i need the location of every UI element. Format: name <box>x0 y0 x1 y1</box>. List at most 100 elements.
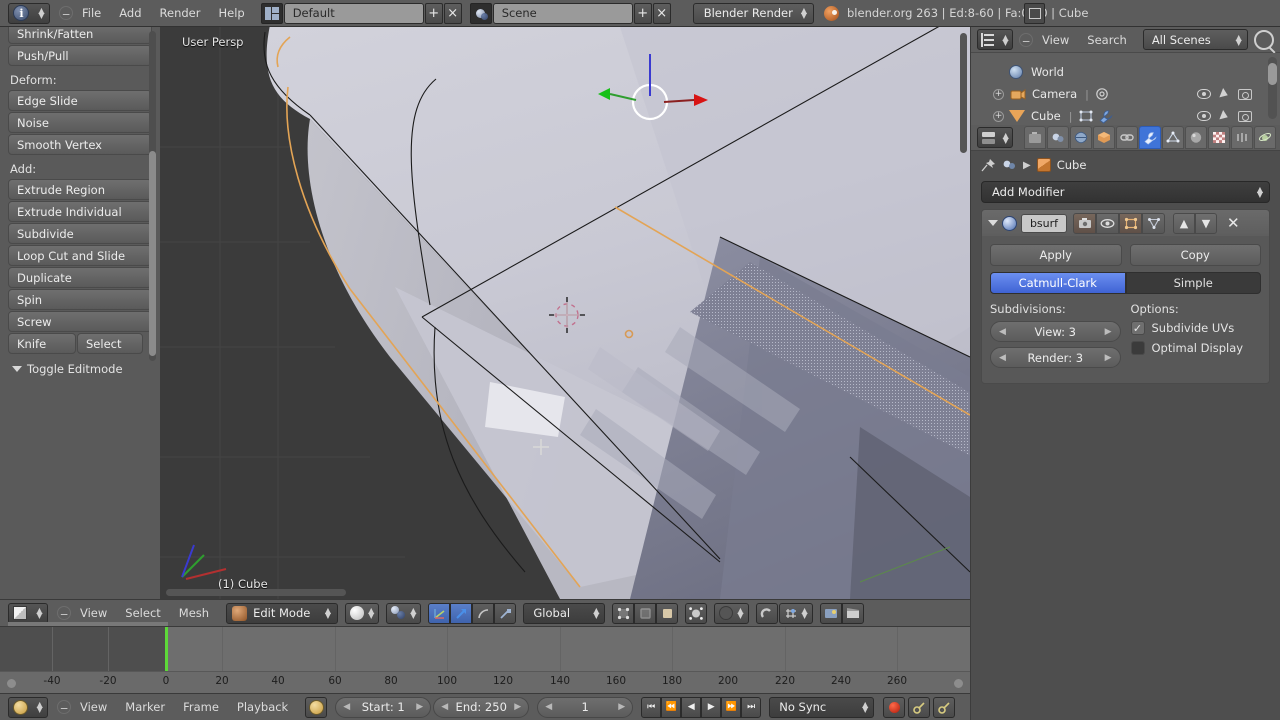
editor-type-selector-timeline[interactable]: ▲ ▼ <box>8 696 48 718</box>
viewport-header-scrollbar[interactable] <box>8 622 168 626</box>
editor-type-selector-properties[interactable]: ▲ ▼ <box>977 127 1013 148</box>
editor-type-selector-info[interactable]: i ▲ ▼ <box>8 2 50 24</box>
tool-extrude-region[interactable]: Extrude Region <box>8 179 152 200</box>
add-screen-button[interactable]: + <box>424 2 443 24</box>
render-engine-selector[interactable]: Blender Render ▲ ▼ <box>692 2 814 24</box>
limit-selection-visible-button[interactable] <box>685 602 708 624</box>
tab-particles[interactable] <box>1231 126 1253 149</box>
play-reverse-button[interactable]: ◀ <box>681 696 702 718</box>
play-button[interactable]: ▶ <box>701 696 722 718</box>
toolshelf-scrollbar[interactable] <box>149 31 156 361</box>
3d-viewport[interactable]: User Persp (1) Cube <box>160 27 970 599</box>
interaction-mode-selector[interactable]: Edit Mode ▲ ▼ <box>226 602 339 624</box>
jump-to-start-button[interactable]: ⏮ <box>641 696 662 718</box>
show-in-render-button[interactable] <box>1073 212 1096 234</box>
timeline-scroll-handle-right[interactable] <box>953 678 964 689</box>
snap-element-selector[interactable]: ▲ ▼ <box>778 602 813 624</box>
viewport-menu-select[interactable]: Select <box>116 603 169 623</box>
timeline-menu-frame[interactable]: Frame <box>174 697 228 717</box>
restrict-select-icon[interactable] <box>1219 88 1230 100</box>
restrict-view-icon[interactable] <box>1197 89 1211 99</box>
delete-screen-button[interactable]: × <box>443 2 462 24</box>
move-modifier-up-button[interactable]: ▲ <box>1173 212 1195 234</box>
render-image-button[interactable] <box>819 602 842 624</box>
menu-help[interactable]: Help <box>209 3 253 23</box>
optimal-display-checkbox[interactable] <box>1130 341 1145 355</box>
subdivide-uvs-row[interactable]: Subdivide UVs <box>1130 321 1262 335</box>
tab-material[interactable] <box>1185 126 1207 149</box>
screen-layout-icon[interactable] <box>260 2 283 24</box>
outliner-scrollbar[interactable] <box>1268 57 1277 119</box>
collapse-timeline-menu-button[interactable]: ⚊ <box>57 700 71 714</box>
move-modifier-down-button[interactable]: ▼ <box>1195 212 1217 234</box>
tab-world[interactable] <box>1070 126 1092 149</box>
tab-object-data[interactable] <box>1162 126 1184 149</box>
modifier-name-field[interactable]: bsurf <box>1021 213 1067 233</box>
menu-file[interactable]: File <box>73 3 110 23</box>
subdivide-uvs-checkbox[interactable] <box>1130 321 1145 335</box>
copy-modifier-button[interactable]: Copy <box>1129 244 1261 266</box>
outliner-row-cube[interactable]: + Cube | <box>971 105 1280 127</box>
end-frame-field[interactable]: ◀ End: 250 ▶ <box>433 696 530 718</box>
timeline-playhead[interactable] <box>165 627 168 671</box>
tab-scene[interactable] <box>1047 126 1069 149</box>
outliner-row-camera[interactable]: + Camera | <box>971 83 1280 105</box>
timeline-ruler[interactable]: -40 -20 0 20 40 60 80 100 120 140 160 18… <box>0 671 970 693</box>
jump-next-keyframe-button[interactable]: ⏩ <box>721 696 742 718</box>
scene-icon[interactable] <box>469 2 492 24</box>
timeline-menu-view[interactable]: View <box>71 697 116 717</box>
viewport-vertical-scrollbar[interactable] <box>960 33 967 153</box>
manipulator-toggle-button[interactable] <box>428 602 451 624</box>
translate-manipulator-button[interactable] <box>450 602 473 624</box>
apply-modifier-button[interactable]: Apply <box>990 244 1122 266</box>
tool-edge-slide[interactable]: Edge Slide <box>8 90 152 111</box>
expand-toggle-icon[interactable]: + <box>993 88 1004 100</box>
outliner-menu-view[interactable]: View <box>1033 30 1078 50</box>
expand-toggle-icon[interactable]: + <box>993 110 1004 122</box>
use-preview-range-button[interactable] <box>305 696 328 718</box>
tool-subdivide[interactable]: Subdivide <box>8 223 152 244</box>
restrict-render-icon[interactable] <box>1238 88 1252 100</box>
outliner-row-world[interactable]: World <box>971 61 1280 83</box>
editor-type-selector-3dview[interactable]: ▲ ▼ <box>8 602 48 624</box>
optimal-display-row[interactable]: Optimal Display <box>1130 341 1262 355</box>
screen-layout-field[interactable]: Default <box>283 2 424 24</box>
triangle-down-icon[interactable] <box>988 220 998 226</box>
snap-magnet-button[interactable] <box>755 602 778 624</box>
proportional-editing-selector[interactable]: ▲ ▼ <box>714 602 749 624</box>
tool-smooth-vertex[interactable]: Smooth Vertex <box>8 134 152 155</box>
restrict-render-icon[interactable] <box>1238 110 1252 122</box>
timeline-menu-marker[interactable]: Marker <box>116 697 174 717</box>
timeline-scroll-handle-left[interactable] <box>6 678 17 689</box>
tool-spin[interactable]: Spin <box>8 289 152 310</box>
vertex-select-mode-button[interactable] <box>612 602 635 624</box>
tab-texture[interactable] <box>1208 126 1230 149</box>
menu-add[interactable]: Add <box>110 3 150 23</box>
render-subdivisions-field[interactable]: ◀ Render: 3 ▶ <box>990 347 1121 368</box>
viewport-menu-view[interactable]: View <box>71 603 116 623</box>
start-frame-field[interactable]: ◀ Start: 1 ▶ <box>335 696 432 718</box>
outliner-tree[interactable]: World + Camera | + Cube | <box>971 53 1280 125</box>
pivot-point-selector[interactable]: ▲ ▼ <box>386 602 422 624</box>
restrict-select-icon[interactable] <box>1219 110 1230 122</box>
restrict-view-icon[interactable] <box>1197 111 1211 121</box>
add-scene-button[interactable]: + <box>633 2 652 24</box>
transform-orientation-selector[interactable]: Global ▲ ▼ <box>523 602 606 624</box>
tab-render[interactable] <box>1024 126 1046 149</box>
view-subdivisions-field[interactable]: ◀ View: 3 ▶ <box>990 321 1121 342</box>
tab-physics[interactable] <box>1254 126 1276 149</box>
edge-select-mode-button[interactable] <box>634 602 657 624</box>
keying-set-button-1[interactable] <box>908 696 931 718</box>
face-select-mode-button[interactable] <box>656 602 679 624</box>
delete-modifier-button[interactable]: ✕ <box>1227 215 1240 231</box>
tab-object[interactable] <box>1093 126 1115 149</box>
search-icon[interactable] <box>1253 29 1274 50</box>
show-in-editmode-button[interactable] <box>1119 212 1142 234</box>
tab-constraints[interactable] <box>1116 126 1138 149</box>
add-modifier-dropdown[interactable]: Add Modifier ▲ ▼ <box>981 181 1270 203</box>
viewport-horizontal-scrollbar[interactable] <box>166 589 346 596</box>
collapse-menu-button[interactable]: ⚊ <box>59 6 73 20</box>
show-in-viewport-button[interactable] <box>1096 212 1119 234</box>
subdivision-type-catmull-clark[interactable]: Catmull-Clark <box>990 272 1126 294</box>
timeline-editor[interactable]: -40 -20 0 20 40 60 80 100 120 140 160 18… <box>0 627 970 693</box>
